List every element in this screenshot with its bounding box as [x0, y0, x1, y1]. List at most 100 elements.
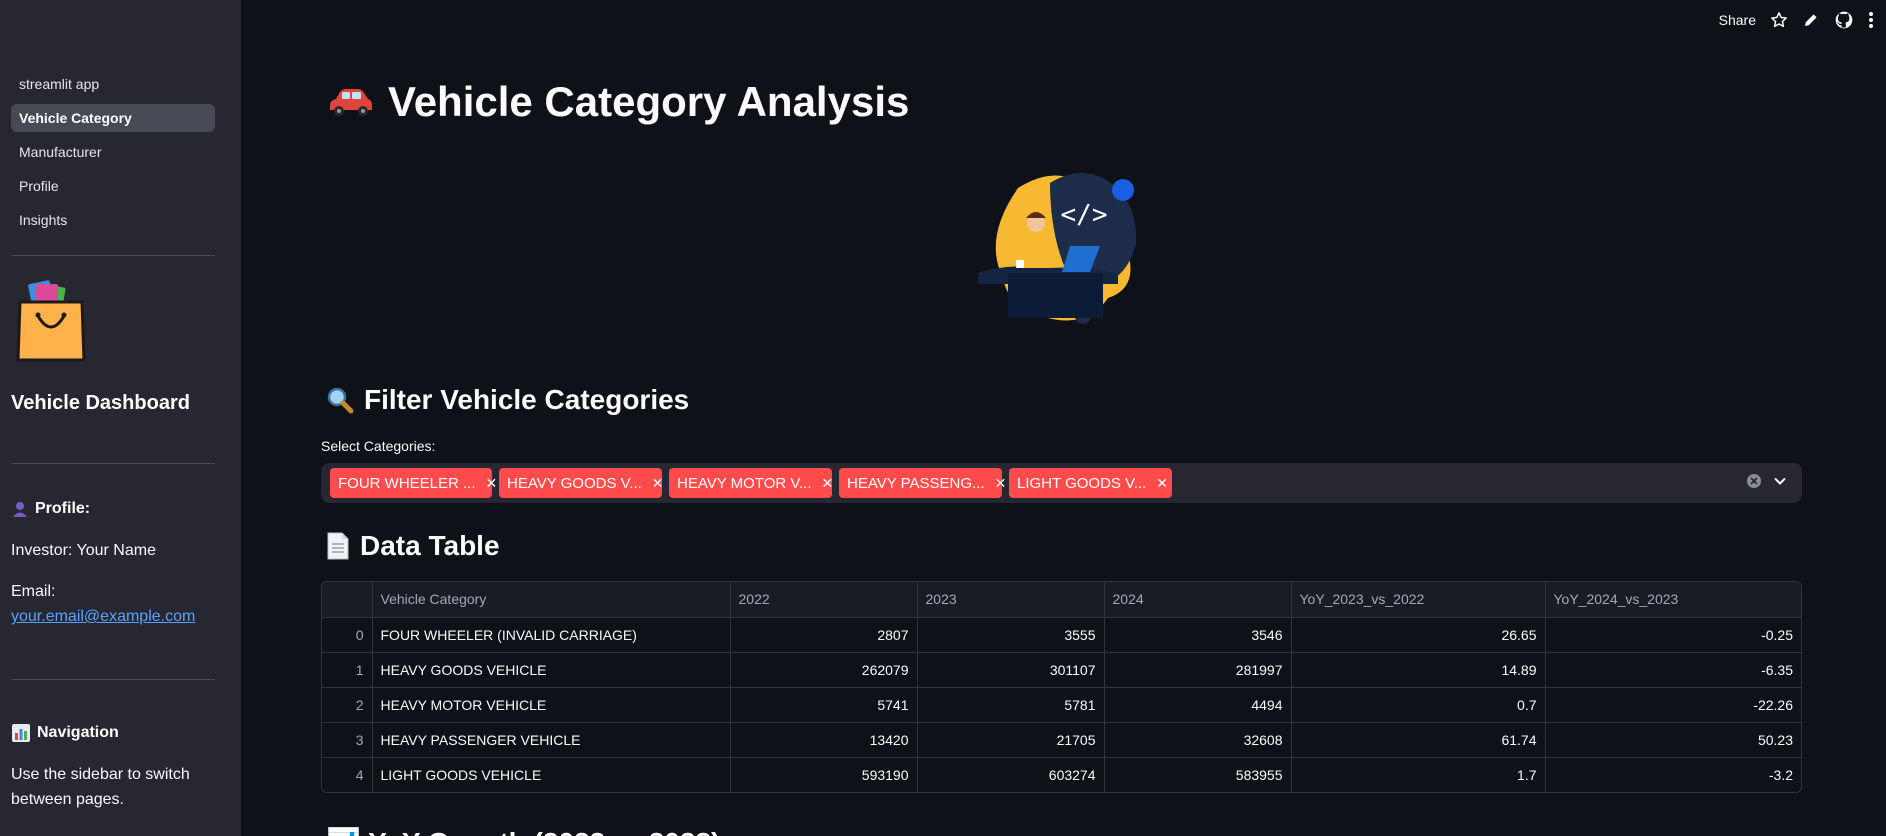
page-title-text: Vehicle Category Analysis — [388, 78, 910, 125]
filter-heading: Filter Vehicle Categories — [326, 384, 689, 416]
table-cell[interactable]: -0.25 — [1545, 617, 1801, 653]
bar-chart-icon — [12, 724, 30, 742]
column-header-vehicle-category[interactable]: Vehicle Category — [372, 582, 731, 618]
email-link[interactable]: your.email@example.com — [11, 608, 195, 626]
navigation-heading-label: Navigation — [37, 724, 119, 741]
sidebar-item-profile[interactable]: Profile — [11, 172, 215, 200]
chip-four-wheeler[interactable]: FOUR WHEELER ... ✕ — [330, 468, 497, 498]
sidebar: streamlit app Vehicle Category Manufactu… — [0, 0, 241, 836]
table-cell[interactable]: 2807 — [730, 617, 918, 653]
table-cell[interactable]: 603274 — [917, 757, 1105, 792]
column-header-2022[interactable]: 2022 — [730, 582, 918, 618]
table-cell[interactable]: 0.7 — [1291, 687, 1546, 723]
share-button[interactable]: Share — [1719, 12, 1756, 28]
chip-label: HEAVY MOTOR V... — [677, 474, 812, 492]
yoy-growth-heading: 📊 YoY Growth (2022 → 2023) — [326, 826, 720, 836]
table-cell[interactable]: 13420 — [730, 722, 918, 758]
document-icon — [327, 532, 349, 560]
remove-chip-icon[interactable]: ✕ — [995, 476, 1007, 490]
table-row: 1 HEAVY GOODS VEHICLE 262079 301107 2819… — [322, 652, 1801, 688]
select-categories-label: Select Categories: — [321, 438, 436, 454]
sidebar-divider — [11, 255, 215, 256]
investor-text: Investor: Your Name — [11, 542, 156, 559]
table-row: 0 FOUR WHEELER (INVALID CARRIAGE) 2807 3… — [322, 617, 1801, 653]
remove-chip-icon[interactable]: ✕ — [1156, 476, 1168, 490]
table-cell[interactable]: 2 — [322, 687, 373, 723]
chip-light-goods-vehicle[interactable]: LIGHT GOODS V... ✕ — [1009, 468, 1172, 498]
sidebar-divider — [11, 463, 215, 464]
table-cell[interactable]: 1.7 — [1291, 757, 1546, 792]
table-cell[interactable]: 281997 — [1104, 652, 1292, 688]
data-table-heading: Data Table — [326, 530, 500, 562]
table-cell[interactable]: 5781 — [917, 687, 1105, 723]
table-cell[interactable]: -6.35 — [1545, 652, 1801, 688]
table-cell[interactable]: 50.23 — [1545, 722, 1801, 758]
table-cell[interactable]: HEAVY GOODS VEHICLE — [372, 652, 731, 688]
table-cell[interactable]: 61.74 — [1291, 722, 1546, 758]
sidebar-item-insights[interactable]: Insights — [11, 206, 215, 234]
table-cell[interactable]: 26.65 — [1291, 617, 1546, 653]
filter-heading-text: Filter Vehicle Categories — [364, 384, 690, 415]
table-cell[interactable]: 593190 — [730, 757, 918, 792]
data-table-heading-text: Data Table — [360, 530, 500, 561]
table-cell[interactable]: 301107 — [917, 652, 1105, 688]
chip-label: FOUR WHEELER ... — [338, 474, 476, 492]
table-cell[interactable]: 583955 — [1104, 757, 1292, 792]
remove-chip-icon[interactable]: ✕ — [486, 476, 498, 490]
table-cell[interactable]: HEAVY PASSENGER VEHICLE — [372, 722, 731, 758]
header-toolbar: Share — [1719, 8, 1874, 32]
column-header-2023[interactable]: 2023 — [917, 582, 1105, 618]
table-cell[interactable]: 3546 — [1104, 617, 1292, 653]
table-cell[interactable]: 3 — [322, 722, 373, 758]
data-table[interactable]: Vehicle Category 2022 2023 2024 YoY_2023… — [321, 581, 1802, 793]
column-header-index[interactable] — [322, 582, 373, 618]
profile-heading-label: Profile: — [35, 500, 91, 517]
github-icon[interactable] — [1834, 10, 1854, 30]
table-cell[interactable]: 262079 — [730, 652, 918, 688]
table-cell[interactable]: 4494 — [1104, 687, 1292, 723]
table-cell[interactable]: -3.2 — [1545, 757, 1801, 792]
table-cell[interactable]: FOUR WHEELER (INVALID CARRIAGE) — [372, 617, 731, 653]
column-header-yoy-2024[interactable]: YoY_2024_vs_2023 — [1545, 582, 1801, 618]
table-cell[interactable]: 1 — [322, 652, 373, 688]
category-multiselect[interactable]: FOUR WHEELER ... ✕ HEAVY GOODS V... ✕ HE… — [321, 463, 1802, 503]
table-header-row: Vehicle Category 2022 2023 2024 YoY_2023… — [322, 582, 1801, 618]
more-menu-icon[interactable] — [1868, 11, 1874, 29]
table-cell[interactable]: HEAVY MOTOR VEHICLE — [372, 687, 731, 723]
table-cell[interactable]: 3555 — [917, 617, 1105, 653]
email-label: Email: — [11, 583, 56, 600]
sidebar-nav: streamlit app Vehicle Category Manufactu… — [11, 70, 215, 240]
table-cell[interactable]: 21705 — [917, 722, 1105, 758]
star-icon[interactable] — [1770, 11, 1788, 29]
sidebar-item-vehicle-category[interactable]: Vehicle Category — [11, 104, 215, 132]
table-cell[interactable]: 5741 — [730, 687, 918, 723]
remove-chip-icon[interactable]: ✕ — [652, 476, 664, 490]
table-cell[interactable]: 14.89 — [1291, 652, 1546, 688]
column-header-yoy-2023[interactable]: YoY_2023_vs_2022 — [1291, 582, 1546, 618]
chevron-down-icon[interactable] — [1772, 473, 1788, 489]
table-cell[interactable]: -22.26 — [1545, 687, 1801, 723]
column-header-2024[interactable]: 2024 — [1104, 582, 1292, 618]
user-icon — [13, 502, 27, 517]
chip-heavy-motor-vehicle[interactable]: HEAVY MOTOR V... ✕ — [669, 468, 834, 498]
edit-pencil-icon[interactable] — [1802, 11, 1820, 29]
car-icon — [330, 89, 372, 116]
table-cell[interactable]: LIGHT GOODS VEHICLE — [372, 757, 731, 792]
clear-all-icon[interactable] — [1746, 473, 1762, 489]
table-row: 4 LIGHT GOODS VEHICLE 593190 603274 5839… — [322, 757, 1801, 792]
page-title: Vehicle Category Analysis — [326, 78, 909, 126]
table-cell[interactable]: 4 — [322, 757, 373, 792]
sidebar-divider — [11, 679, 215, 680]
remove-chip-icon[interactable]: ✕ — [822, 476, 834, 490]
navigation-heading: Navigation — [11, 723, 119, 743]
chip-heavy-goods-vehicle[interactable]: HEAVY GOODS V... ✕ — [499, 468, 664, 498]
sidebar-item-manufacturer[interactable]: Manufacturer — [11, 138, 215, 166]
developer-illustration: </> — [978, 173, 1137, 324]
sidebar-item-streamlit-app[interactable]: streamlit app — [11, 70, 215, 98]
chip-label: LIGHT GOODS V... — [1017, 474, 1147, 492]
app-title: Vehicle Dashboard — [11, 392, 190, 414]
profile-heading: Profile: — [11, 500, 90, 518]
chip-heavy-passenger-vehicle[interactable]: HEAVY PASSENG... ✕ — [839, 468, 1006, 498]
table-cell[interactable]: 32608 — [1104, 722, 1292, 758]
table-cell[interactable]: 0 — [322, 617, 373, 653]
